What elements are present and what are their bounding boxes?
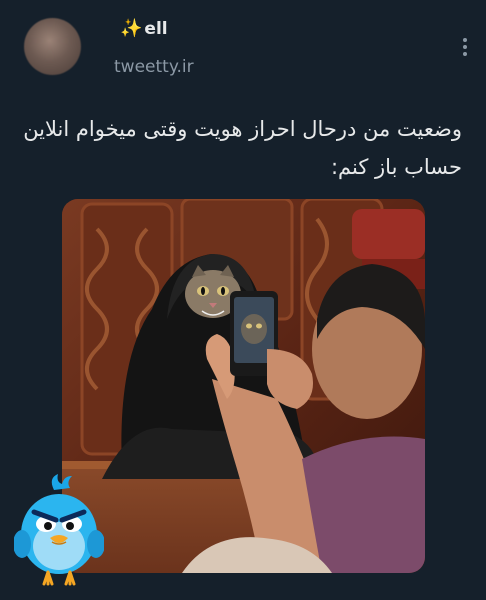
author-avatar[interactable] — [24, 18, 81, 75]
author-handle[interactable]: tweetty.ir — [114, 57, 194, 77]
cat-photo-illustration — [62, 199, 425, 573]
tweet-media-image[interactable] — [62, 199, 425, 573]
tweet-card: ✨ ell tweetty.ir وضعیت من درحال احراز هو… — [0, 0, 486, 600]
author-name-row[interactable]: ✨ ell — [120, 19, 168, 39]
sparkles-icon: ✨ — [120, 18, 143, 39]
tweet-text: وضعیت من درحال احراز هویت وقتی میخوام ان… — [23, 117, 462, 179]
angry-blue-bird-mascot — [14, 474, 104, 586]
author-name[interactable]: ell — [144, 19, 167, 39]
more-vertical-icon[interactable] — [463, 38, 468, 56]
